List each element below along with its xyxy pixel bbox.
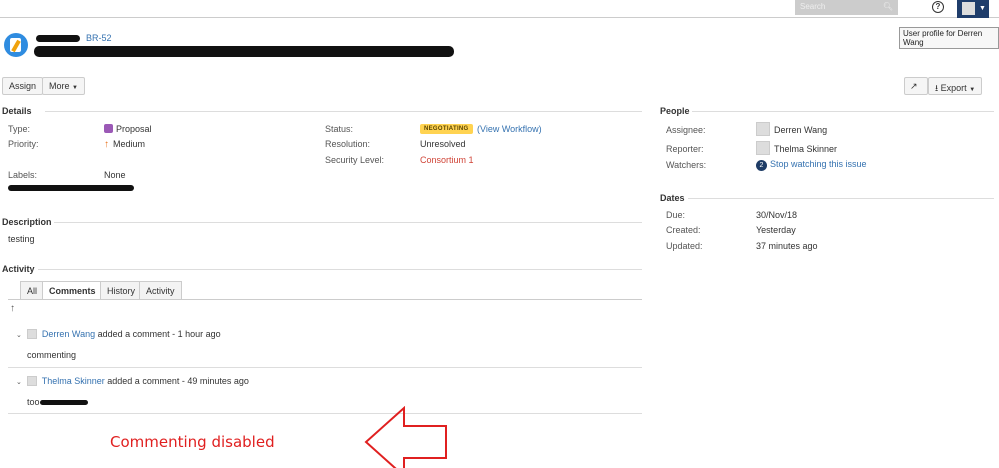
export-button[interactable]: ⭳ Export ▼	[928, 77, 983, 95]
security-level-value: Consortium 1	[420, 155, 474, 165]
dates-divider	[688, 198, 994, 199]
details-heading: Details	[2, 106, 32, 116]
due-value: 30/Nov/18	[756, 210, 798, 220]
activity-heading: Activity	[2, 264, 35, 274]
comment-meta: added a comment - 49 minutes ago	[107, 376, 249, 386]
description-text: testing	[8, 234, 35, 244]
annotation-arrow-icon	[364, 406, 447, 468]
tabs-baseline	[8, 299, 642, 300]
watchers-label: Watchers:	[666, 160, 707, 170]
people-heading: People	[660, 106, 690, 116]
priority-label: Priority:	[8, 139, 39, 149]
status-label: Status:	[325, 124, 354, 134]
people-divider	[692, 111, 994, 112]
redacted-custom-field	[8, 185, 134, 191]
activity-divider	[38, 269, 642, 270]
dates-heading: Dates	[660, 193, 685, 203]
redacted-issue-summary	[34, 46, 454, 57]
type-label: Type:	[8, 124, 31, 134]
tab-comments[interactable]: Comments	[42, 281, 103, 300]
comment-body: commenting	[27, 350, 77, 360]
stop-watching-link[interactable]: Stop watching this issue	[770, 159, 867, 169]
priority-value: ↑ Medium	[104, 139, 146, 150]
user-profile-tooltip: User profile for Derren Wang	[899, 27, 999, 49]
comment-author-link[interactable]: Thelma Skinner	[42, 376, 105, 386]
avatar	[962, 2, 975, 15]
assignee-label: Assignee:	[666, 125, 706, 135]
chevron-down-icon[interactable]: ⌄	[16, 379, 22, 386]
comment-item: ⌄ Thelma Skinner added a comment - 49 mi…	[16, 375, 642, 387]
avatar	[756, 141, 770, 155]
labels-value: None	[104, 170, 126, 180]
more-button[interactable]: More ▼	[42, 77, 85, 95]
priority-arrow-up-icon: ↑	[104, 139, 109, 150]
tab-activity[interactable]: Activity	[139, 281, 182, 299]
assign-button[interactable]: Assign	[2, 77, 44, 95]
search-icon[interactable]: 🔍︎	[883, 2, 893, 11]
labels-label: Labels:	[8, 170, 38, 180]
resolution-value: Unresolved	[420, 139, 466, 149]
reporter-value[interactable]: Thelma Skinner	[774, 144, 837, 154]
avatar	[27, 328, 38, 339]
search-placeholder: Search	[800, 2, 826, 11]
comment-divider	[8, 413, 642, 414]
chevron-down-icon: ▼	[969, 87, 976, 93]
top-navigation-bar: Search 🔍︎ ? ▼	[0, 0, 999, 18]
created-label: Created:	[666, 225, 701, 235]
comment-body: too	[27, 397, 40, 407]
user-profile-button[interactable]: ▼	[957, 0, 989, 18]
proposal-icon	[104, 124, 113, 134]
sort-arrow-up-icon[interactable]: ↑	[10, 303, 15, 314]
tab-all[interactable]: All	[20, 281, 45, 299]
share-icon: ↗	[910, 81, 918, 91]
status-badge: NEGOTIATING	[420, 124, 473, 134]
updated-value: 37 minutes ago	[756, 241, 818, 251]
updated-label: Updated:	[666, 241, 703, 251]
description-heading: Description	[2, 217, 52, 227]
redacted-comment-text	[40, 400, 88, 405]
type-value: Proposal	[104, 124, 152, 134]
resolution-label: Resolution:	[325, 139, 371, 149]
chevron-down-icon: ▼	[72, 85, 78, 91]
avatar	[27, 375, 38, 386]
reporter-label: Reporter:	[666, 144, 704, 154]
tab-history[interactable]: History	[100, 281, 143, 299]
issue-key-link[interactable]: BR-52	[86, 33, 112, 43]
annotation-text: Commenting disabled	[110, 433, 275, 451]
redacted-project-name	[36, 35, 80, 42]
comment-divider	[8, 367, 642, 368]
share-button[interactable]: ↗	[904, 77, 928, 95]
due-label: Due:	[666, 210, 686, 220]
comment-item: ⌄ Derren Wang added a comment - 1 hour a…	[16, 328, 642, 340]
search-input[interactable]: Search 🔍︎	[795, 0, 898, 15]
watchers-value: 2 Stop watching this issue	[756, 159, 867, 171]
view-workflow-link[interactable]: (View Workflow)	[477, 124, 542, 134]
created-value: Yesterday	[756, 225, 796, 235]
project-avatar-icon[interactable]	[4, 33, 28, 57]
help-icon[interactable]: ?	[932, 1, 944, 13]
details-divider	[45, 111, 642, 112]
export-icon: ⭳	[935, 83, 939, 93]
chevron-down-icon[interactable]: ⌄	[16, 332, 22, 339]
watchers-count-badge[interactable]: 2	[756, 160, 767, 171]
assignee-value[interactable]: Derren Wang	[774, 125, 827, 135]
description-divider	[54, 222, 642, 223]
comment-author-link[interactable]: Derren Wang	[42, 329, 95, 339]
chevron-down-icon: ▼	[979, 5, 986, 12]
comment-meta: added a comment - 1 hour ago	[97, 329, 221, 339]
avatar	[756, 122, 770, 136]
security-level-label: Security Level:	[325, 155, 385, 165]
